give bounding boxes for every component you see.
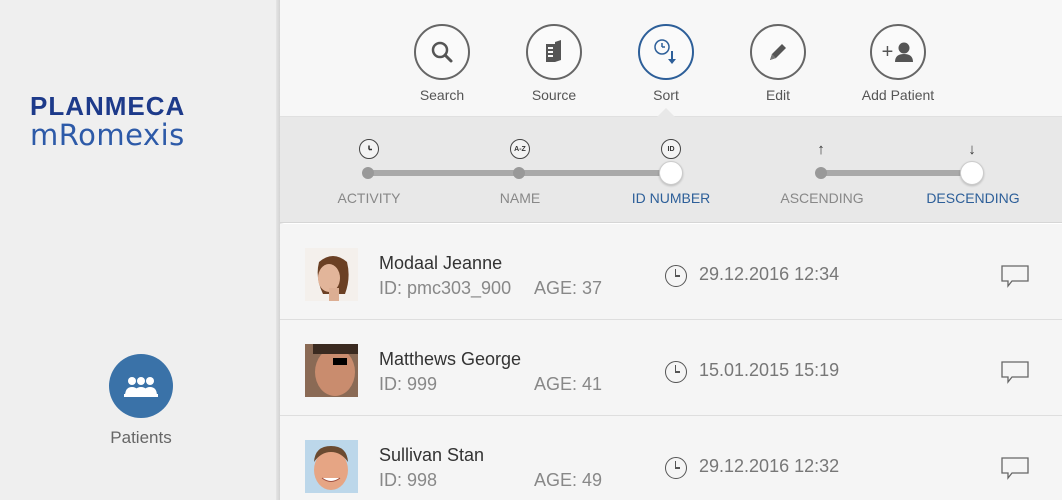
brand-name: PLANMECA bbox=[30, 91, 186, 121]
patient-photo bbox=[305, 344, 358, 397]
source-label: Source bbox=[531, 87, 577, 103]
comment-icon[interactable] bbox=[1000, 456, 1030, 485]
comment-icon[interactable] bbox=[1000, 264, 1030, 293]
search-label: Search bbox=[419, 87, 465, 103]
sort-panel: A-Z ID ACTIVITY NAME ID NUMBER ↑ ↓ ASCEN… bbox=[280, 117, 1062, 223]
sort-field-knob[interactable] bbox=[659, 161, 683, 185]
clock-icon bbox=[359, 139, 379, 159]
sort-order-slider[interactable] bbox=[821, 170, 971, 176]
slider-stop-ascending[interactable] bbox=[815, 167, 827, 179]
search-icon bbox=[414, 24, 470, 80]
patient-row[interactable]: Sullivan Stan ID: 998 AGE: 49 29.12.2016… bbox=[280, 416, 1062, 500]
add-patient-button[interactable]: + Add Patient bbox=[843, 24, 953, 103]
arrow-down-icon: ↓ bbox=[968, 140, 976, 158]
search-button[interactable]: Search bbox=[387, 24, 497, 103]
last-activity-date: 15.01.2015 15:19 bbox=[699, 360, 840, 380]
last-activity-date: 29.12.2016 12:32 bbox=[699, 456, 840, 476]
patient-name: Sullivan Stan bbox=[379, 445, 485, 465]
add-person-icon: + bbox=[870, 24, 926, 80]
slider-stop-activity[interactable] bbox=[362, 167, 374, 179]
last-activity-date: 29.12.2016 12:34 bbox=[699, 264, 840, 284]
toolbar: Search Source Sort Edit + Add Patient bbox=[280, 0, 1062, 117]
patient-age: AGE: 49 bbox=[534, 470, 603, 490]
patient-row[interactable]: Matthews George ID: 999 AGE: 41 15.01.20… bbox=[280, 320, 1062, 416]
patient-row[interactable]: Modaal Jeanne ID: pmc303_900 AGE: 37 29.… bbox=[280, 224, 1062, 320]
id-icon: ID bbox=[661, 139, 681, 159]
arrow-up-icon: ↑ bbox=[817, 140, 825, 158]
sort-option-ascending[interactable]: ASCENDING bbox=[762, 190, 882, 206]
sort-panel-pointer bbox=[657, 108, 675, 117]
alphabet-icon: A-Z bbox=[510, 139, 530, 159]
source-icon bbox=[526, 24, 582, 80]
clock-icon bbox=[665, 457, 687, 479]
planmeca-logo: PLANMECA mRomexis bbox=[30, 92, 185, 150]
edit-button[interactable]: Edit bbox=[723, 24, 833, 103]
clock-icon bbox=[665, 265, 687, 287]
patient-age: AGE: 41 bbox=[534, 374, 603, 394]
sort-order-knob[interactable] bbox=[960, 161, 984, 185]
sort-option-name[interactable]: NAME bbox=[460, 190, 580, 206]
sidebar: PLANMECA mRomexis Patients bbox=[0, 0, 280, 500]
sort-option-id-number[interactable]: ID NUMBER bbox=[611, 190, 731, 206]
edit-label: Edit bbox=[765, 87, 791, 103]
sort-option-activity[interactable]: ACTIVITY bbox=[309, 190, 429, 206]
patient-name: Modaal Jeanne bbox=[379, 253, 503, 273]
patient-photo bbox=[305, 440, 358, 493]
comment-icon[interactable] bbox=[1000, 360, 1030, 389]
pencil-icon bbox=[750, 24, 806, 80]
sort-clock-icon bbox=[638, 24, 694, 80]
sort-label: Sort bbox=[653, 87, 679, 103]
sort-option-descending[interactable]: DESCENDING bbox=[913, 190, 1033, 206]
source-button[interactable]: Source bbox=[499, 24, 609, 103]
patient-id: ID: pmc303_900 bbox=[379, 278, 512, 298]
patient-photo bbox=[305, 248, 358, 301]
plus-sign: + bbox=[881, 40, 894, 63]
patients-button[interactable]: Patients bbox=[100, 354, 182, 448]
add-patient-label: Add Patient bbox=[861, 87, 935, 103]
patients-group-icon bbox=[109, 354, 173, 418]
patient-id: ID: 999 bbox=[379, 374, 438, 394]
patient-list: Modaal Jeanne ID: pmc303_900 AGE: 37 29.… bbox=[280, 224, 1062, 500]
slider-stop-name[interactable] bbox=[513, 167, 525, 179]
clock-icon bbox=[665, 361, 687, 383]
patient-age: AGE: 37 bbox=[534, 278, 603, 298]
patients-label: Patients bbox=[110, 428, 172, 447]
product-name: mRomexis bbox=[30, 118, 185, 152]
patient-name: Matthews George bbox=[379, 349, 522, 369]
sort-button[interactable]: Sort bbox=[611, 24, 721, 103]
patient-id: ID: 998 bbox=[379, 470, 438, 490]
